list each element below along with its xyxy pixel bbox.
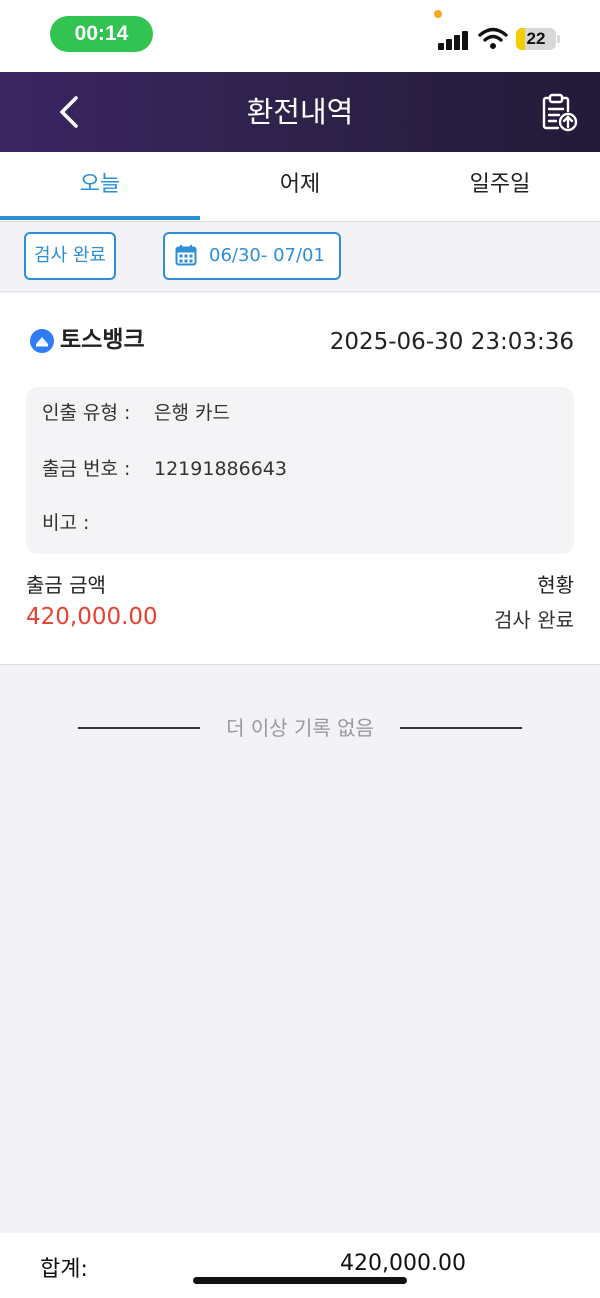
bank-name: 토스뱅크	[60, 327, 145, 353]
date-range-button[interactable]: 06/30- 07/01	[163, 232, 341, 280]
withdraw-no-row: 출금 번호 : 12191886643	[42, 455, 287, 483]
tab-today[interactable]: 오늘	[0, 152, 200, 221]
toss-bank-logo-icon	[30, 329, 54, 353]
battery-cap	[557, 35, 560, 43]
withdraw-no-label: 출금 번호 :	[42, 458, 131, 480]
amount-label: 출금 금액	[26, 573, 106, 597]
clipboard-upload-icon	[542, 93, 578, 132]
note-row: 비고 :	[42, 509, 154, 537]
tab-yesterday[interactable]: 어제	[200, 152, 400, 221]
withdraw-type-label: 인출 유형 :	[42, 402, 131, 424]
calendar-icon	[175, 245, 197, 266]
total-value: 420,000.00	[340, 1251, 466, 1276]
divider-line-right	[400, 727, 522, 729]
active-tab-indicator	[0, 216, 200, 220]
record-datetime: 2025-06-30 23:03:36	[329, 329, 574, 355]
withdraw-type-value: 은행 카드	[154, 402, 230, 424]
period-tabs: 오늘 어제 일주일	[0, 152, 600, 222]
total-footer: 합계: 420,000.00	[0, 1233, 600, 1298]
record-detail-box: 인출 유형 : 은행 카드 출금 번호 : 12191886643 비고 :	[26, 387, 574, 554]
state-label: 현황	[537, 573, 574, 597]
total-label: 합계:	[40, 1257, 88, 1282]
battery-level: 22	[526, 29, 546, 48]
cellular-signal-icon	[438, 30, 470, 50]
home-indicator[interactable]	[193, 1277, 407, 1284]
wifi-icon	[478, 27, 508, 49]
status-filter-button[interactable]: 검사 완료	[24, 232, 116, 280]
withdraw-type-row: 인출 유형 : 은행 카드	[42, 399, 230, 427]
note-label: 비고 :	[42, 512, 90, 534]
withdraw-no-value: 12191886643	[154, 458, 287, 480]
amount-value: 420,000.00	[26, 604, 158, 630]
page-title: 환전내역	[246, 95, 354, 129]
export-button[interactable]	[538, 92, 580, 134]
filter-bar: 검사 완료 06/30- 07/01	[0, 222, 600, 292]
date-range-label: 06/30- 07/01	[209, 245, 325, 266]
privacy-indicator-dot	[434, 10, 442, 18]
battery-icon: 22	[516, 28, 556, 50]
tab-week[interactable]: 일주일	[400, 152, 600, 221]
nav-header: 환전내역	[0, 72, 600, 152]
status-bar: 00:14 22	[0, 0, 600, 72]
exchange-record-card[interactable]: 토스뱅크 2025-06-30 23:03:36 인출 유형 : 은행 카드 출금…	[0, 293, 600, 665]
status-time: 00:14	[50, 16, 153, 52]
list-end-divider: 더 이상 기록 없음	[0, 710, 600, 746]
state-value: 검사 완료	[494, 608, 574, 632]
